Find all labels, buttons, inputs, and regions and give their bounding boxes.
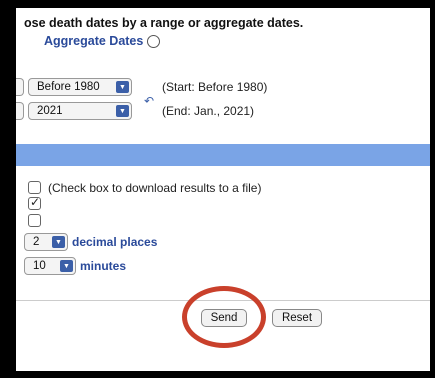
download-checkbox[interactable] [28, 181, 41, 194]
section-heading: ose death dates by a range or aggregate … [24, 16, 304, 30]
aggregate-dates-option[interactable]: Aggregate Dates [44, 34, 161, 48]
checkmark-icon: ✓ [30, 195, 41, 209]
section-divider-bar [16, 144, 430, 166]
date-options-panel: ose death dates by a range or aggregate … [16, 8, 430, 144]
end-year-value: 2021 [37, 105, 63, 117]
decimal-places-label: decimal places [72, 235, 158, 249]
decimal-places-value: 2 [33, 236, 40, 248]
start-note: (Start: Before 1980) [162, 80, 268, 94]
bottom-border [0, 371, 435, 378]
aggregate-dates-label: Aggregate Dates [44, 34, 144, 48]
chevron-down-icon: ▼ [52, 236, 65, 248]
chevron-down-icon: ▼ [116, 105, 129, 117]
aggregate-dates-radio[interactable] [147, 34, 161, 48]
minutes-select[interactable]: 10 ▼ [24, 257, 76, 275]
start-partial-select[interactable] [16, 78, 24, 96]
start-year-select[interactable]: Before 1980 ▼ [28, 78, 132, 96]
minutes-label: minutes [80, 259, 127, 273]
download-label: (Check box to download results to a file… [48, 181, 262, 195]
chevron-down-icon: ▼ [116, 81, 129, 93]
option-checkbox-checked[interactable]: ✓ [28, 195, 41, 210]
minutes-value: 10 [33, 260, 46, 272]
decimal-places-select[interactable]: 2 ▼ [24, 233, 68, 251]
start-year-value: Before 1980 [37, 81, 100, 93]
end-partial-select[interactable] [16, 102, 24, 120]
swap-arrow-icon[interactable]: ↶ [144, 94, 154, 108]
end-note: (End: Jan., 2021) [162, 104, 255, 118]
option-checkbox[interactable] [28, 214, 41, 227]
end-year-select[interactable]: 2021 ▼ [28, 102, 132, 120]
highlight-circle-annotation [182, 286, 266, 348]
reset-button[interactable]: Reset [272, 309, 322, 327]
chevron-down-icon: ▼ [60, 260, 73, 272]
